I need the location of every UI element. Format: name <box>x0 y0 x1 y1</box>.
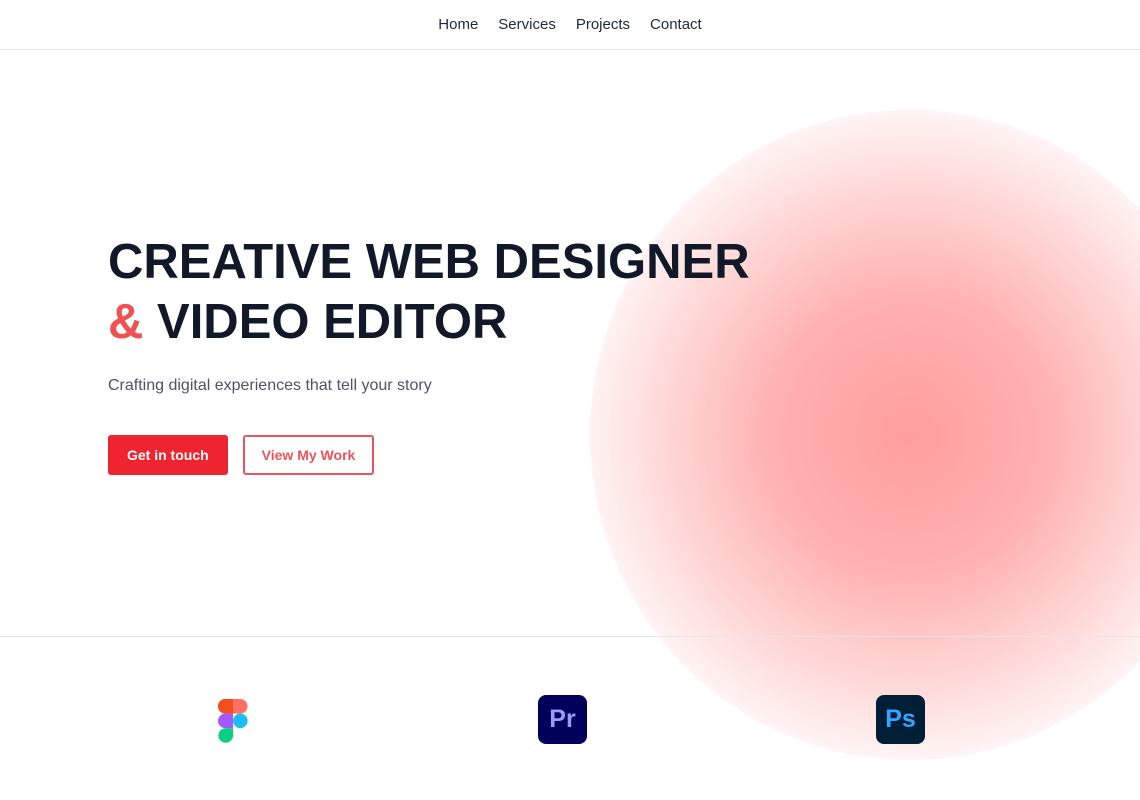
nav-contact-link[interactable]: Contact <box>650 16 702 33</box>
photoshop-icon: Ps <box>876 695 925 744</box>
headline-line-1: CREATIVE WEB DESIGNER <box>108 235 750 289</box>
page: Home Services Projects Contact CREATIVE … <box>0 0 1140 800</box>
nav-projects-link[interactable]: Projects <box>576 16 630 33</box>
hero-headline: CREATIVE WEB DESIGNER & VIDEO EDITOR <box>108 232 750 352</box>
get-in-touch-button[interactable]: Get in touch <box>108 435 228 475</box>
nav-services-link[interactable]: Services <box>498 16 556 33</box>
top-nav: Home Services Projects Contact <box>0 0 1140 50</box>
nav-home-link[interactable]: Home <box>438 16 478 33</box>
premiere-pro-icon: Pr <box>538 695 587 744</box>
hero-subtitle: Crafting digital experiences that tell y… <box>108 377 432 394</box>
headline-ampersand: & <box>108 295 144 349</box>
view-my-work-button[interactable]: View My Work <box>242 435 375 475</box>
photoshop-tile: Ps <box>876 695 925 744</box>
figma-icon <box>218 699 248 748</box>
cta-group: Get in touch View My Work <box>108 435 750 475</box>
tools-row: Pr Ps <box>0 695 1140 745</box>
section-divider <box>0 636 1140 637</box>
premiere-pro-tile: Pr <box>538 695 587 744</box>
hero-section: CREATIVE WEB DESIGNER & VIDEO EDITOR Cra… <box>108 232 750 475</box>
headline-line-2: VIDEO EDITOR <box>157 295 508 349</box>
